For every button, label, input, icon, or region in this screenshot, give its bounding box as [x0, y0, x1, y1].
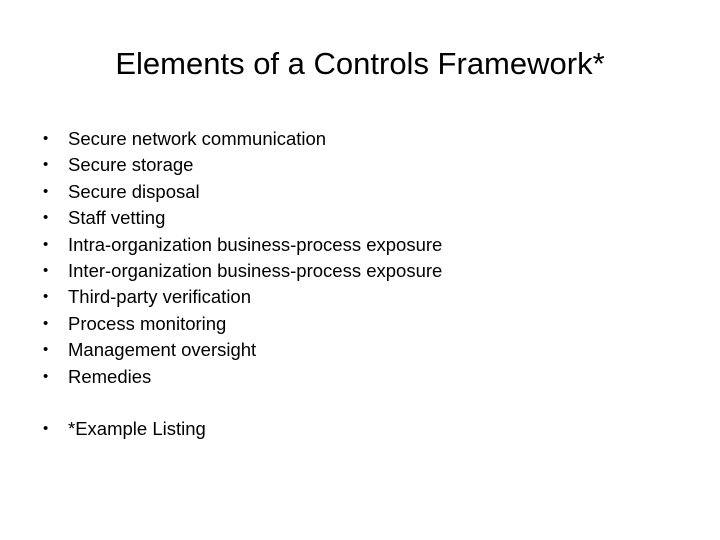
- bullet-point-icon: •: [43, 367, 49, 385]
- list-item-label: Management oversight: [68, 339, 257, 361]
- page-title: Elements of a Controls Framework*: [115, 46, 605, 81]
- list-item: • Remedies: [40, 364, 660, 390]
- list-item-label: Intra-organization business-process expo…: [68, 233, 443, 255]
- list-item: • Inter-organization business-process exp…: [40, 258, 660, 284]
- list-item-label: *Example Listing: [68, 418, 206, 440]
- bullet-list: • Secure network communication • Secure sto…: [40, 126, 660, 443]
- list-item: • Secure network communication: [40, 126, 660, 152]
- bullet-point-icon: •: [43, 182, 49, 200]
- list-item: • *Example Listing: [40, 416, 660, 442]
- list-item: • Process monitoring: [40, 311, 660, 337]
- list-item: • Secure storage: [40, 152, 660, 178]
- list-item-label: Staff vetting: [68, 207, 166, 229]
- list-item: • Third-party verification: [40, 284, 660, 310]
- bullet-point-icon: •: [43, 156, 49, 174]
- list-item-label: Process monitoring: [68, 312, 227, 334]
- bullet-point-icon: •: [43, 235, 49, 253]
- bullet-point-icon: •: [43, 341, 49, 359]
- list-item-label: Secure storage: [68, 154, 194, 176]
- list-item-label: Inter-organization business-process expo…: [68, 259, 443, 281]
- bullet-point-icon: •: [43, 314, 49, 332]
- list-item: • Secure disposal: [40, 179, 660, 205]
- list-item: • Staff vetting: [40, 205, 660, 231]
- bullet-point-icon: •: [43, 261, 49, 279]
- list-item-label: Secure network communication: [68, 128, 327, 149]
- bullet-point-icon: •: [43, 209, 49, 227]
- list-item-label: Third-party verification: [68, 286, 252, 308]
- list-item: • Management oversight: [40, 337, 660, 363]
- list-item-label: Secure disposal: [68, 180, 200, 202]
- bullet-point-icon: •: [43, 288, 49, 306]
- bullet-point-icon: •: [43, 420, 49, 438]
- list-item-label: Remedies: [68, 365, 152, 387]
- slide: Elements of a Controls Framework* • Secur…: [0, 0, 720, 540]
- bullet-point-icon: •: [43, 130, 49, 147]
- list-item: • Intra-organization business-process exp…: [40, 232, 660, 258]
